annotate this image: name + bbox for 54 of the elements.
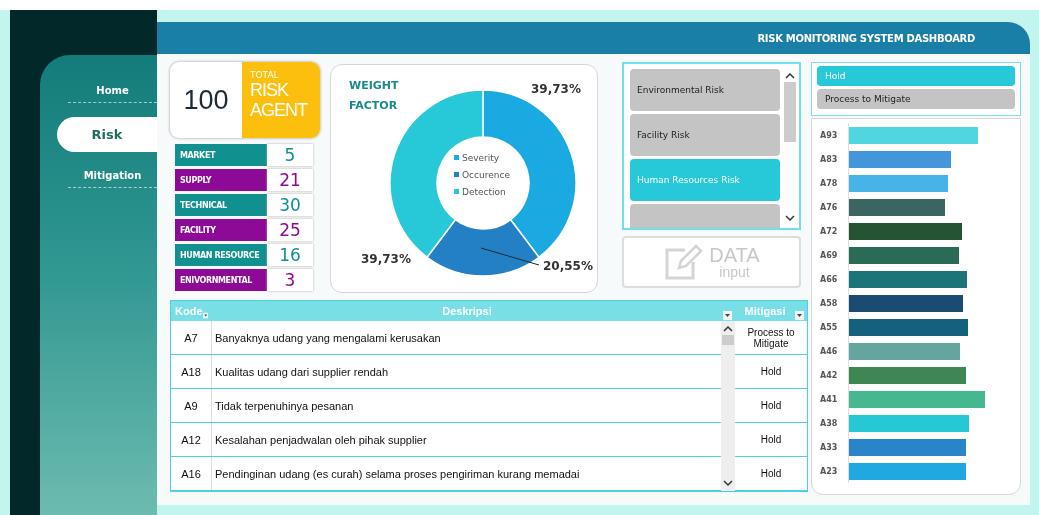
- table-cell: A12: [171, 423, 212, 456]
- table-cell-text: Hold: [759, 399, 783, 413]
- table-cell-text: Hold: [759, 365, 783, 379]
- legend-label: Detection: [462, 187, 506, 197]
- value-label: 20,55%: [543, 259, 593, 273]
- slicer-item[interactable]: Environmental Risk: [630, 69, 780, 111]
- category-count: 30: [267, 194, 313, 216]
- category-count: 5: [267, 144, 313, 166]
- table-cell: A16: [171, 457, 212, 490]
- filter-icon[interactable]: [723, 310, 732, 320]
- total-title: RISK: [250, 80, 290, 100]
- legend-item: Severity: [454, 153, 500, 163]
- table-cell-text: Hold: [759, 467, 783, 481]
- table-cell-text: Kualitas udang dari supplier rendah: [214, 364, 390, 380]
- legend-item: Occurence: [454, 170, 510, 180]
- table-cell: A18: [171, 355, 212, 388]
- slicer-item[interactable]: Facility Risk: [630, 114, 780, 156]
- table-cell-text: Banyaknya udang yang mengalami kerusakan: [214, 330, 442, 346]
- scrollbar-thumb[interactable]: [783, 82, 796, 142]
- chart-title: WEIGHT: [349, 79, 399, 92]
- legend-item: Detection: [454, 187, 506, 197]
- legend-label: Occurence: [462, 170, 511, 180]
- table-cell-text: Tidak terpenuhinya pesanan: [214, 398, 355, 414]
- value-label: 39,73%: [531, 82, 581, 96]
- category-count: 3: [267, 269, 313, 291]
- category-label: TECHNICAL: [175, 194, 267, 216]
- leader-line: [480, 247, 540, 266]
- dashboard-title: RISK MONITORING SYSTEM DASHBOARD: [757, 32, 975, 44]
- legend-label: Severity: [462, 153, 500, 163]
- category-label: FACILITY: [175, 219, 267, 241]
- category-count: 21: [267, 169, 313, 191]
- category-label: MARKET: [175, 144, 267, 166]
- total-caption: TOTAL: [250, 70, 280, 80]
- nav-item[interactable]: Risk: [57, 117, 157, 152]
- table-cell-text: Pendinginan udang (es curah) selama proses pengiriman kurang memadai: [214, 466, 581, 482]
- table-cell-text: Kesalahan penjadwalan oleh pihak supplier: [214, 432, 428, 448]
- value-label: 39,73%: [361, 252, 411, 266]
- edit-icon: [663, 242, 704, 282]
- chart-title: FACTOR: [349, 99, 398, 112]
- table-cell: A7: [171, 321, 212, 354]
- scrollbar-thumb[interactable]: [722, 335, 734, 345]
- category-label: HUMAN RESOURCE: [175, 244, 267, 266]
- filter-icon[interactable]: [795, 310, 804, 320]
- total-title: AGENT: [250, 100, 309, 120]
- category-count: 25: [267, 219, 313, 241]
- category-label: ENIVORNMENTAL: [175, 269, 267, 291]
- table-cell-text: Process to Mitigate: [746, 325, 796, 351]
- category-count: 16: [267, 244, 313, 266]
- table-cell: A9: [171, 389, 212, 422]
- total-value: 100: [182, 83, 230, 117]
- category-label: SUPPLY: [175, 169, 267, 191]
- table-cell-text: Hold: [759, 433, 783, 447]
- scrollbar[interactable]: [721, 321, 735, 491]
- slicer-item[interactable]: Process to Mitigate: [817, 89, 1015, 109]
